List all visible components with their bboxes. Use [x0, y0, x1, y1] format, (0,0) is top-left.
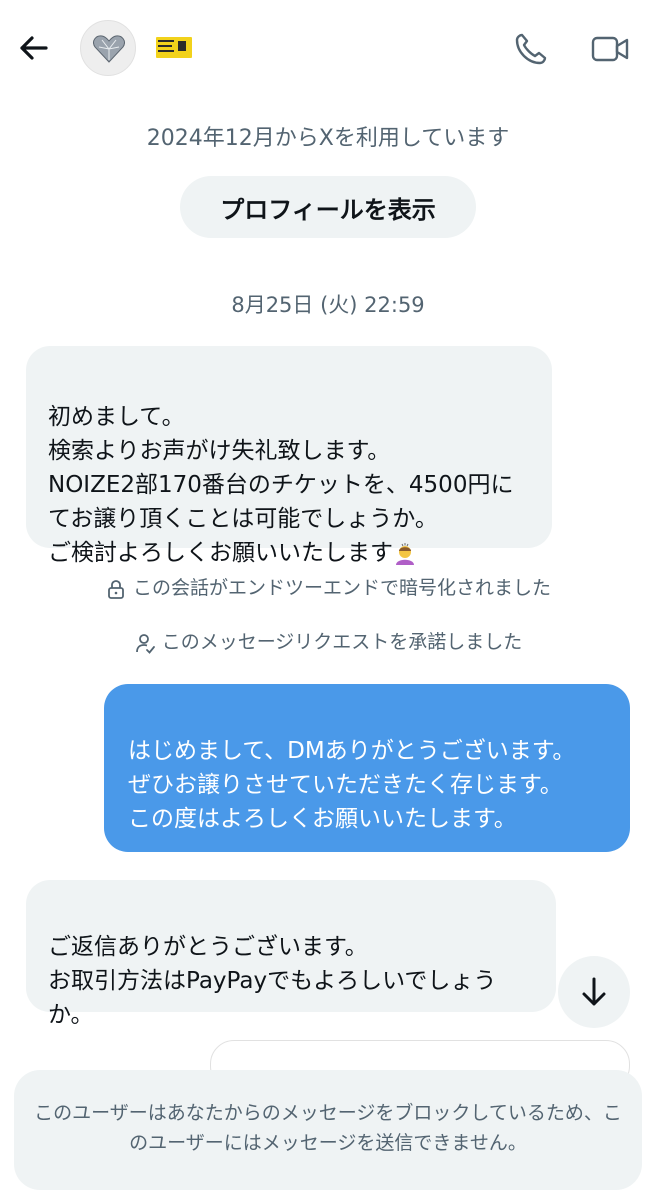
- request-accepted-notice: このメッセージリクエストを承諾しました: [0, 628, 656, 656]
- sent-message[interactable]: はじめまして、DMありがとうございます。 ぜひお譲りさせていただきたく存じます。…: [104, 684, 630, 852]
- video-camera-icon[interactable]: [590, 32, 630, 66]
- message-date: 8月25日 (火) 22:59: [231, 293, 425, 317]
- account-since-text: 2024年12月からXを利用しています: [146, 126, 510, 151]
- avatar[interactable]: [80, 20, 136, 76]
- message-text: 初めまして。 検索よりお声がけ失礼致します。 NOIZE2部170番台のチケット…: [48, 404, 514, 566]
- encryption-notice: この会話がエンドツーエンドで暗号化されました: [0, 574, 656, 602]
- lock-icon: [108, 579, 124, 599]
- message-text: はじめまして、DMありがとうございます。 ぜひお譲りさせていただきたく存じます。…: [128, 738, 576, 832]
- concert-ticket-icon: [156, 37, 192, 58]
- message-text: ご返信ありがとうございます。 お取引方法はPayPayでもよろしいでしょうか。: [48, 934, 497, 1028]
- heart-gem-icon: [93, 35, 125, 63]
- arrow-left-icon[interactable]: [16, 30, 52, 66]
- view-profile-button[interactable]: プロフィールを表示: [180, 176, 476, 238]
- conversation-header: [0, 0, 656, 100]
- person-bowing-emoji: [396, 542, 414, 565]
- person-check-icon: [135, 633, 155, 654]
- phone-icon[interactable]: [514, 32, 548, 66]
- received-message[interactable]: 初めまして。 検索よりお声がけ失礼致します。 NOIZE2部170番台のチケット…: [26, 346, 552, 566]
- request-accepted-text: このメッセージリクエストを承諾しました: [161, 631, 523, 653]
- received-message[interactable]: ご返信ありがとうございます。 お取引方法はPayPayでもよろしいでしょうか。: [26, 880, 556, 1028]
- arrow-down-icon: [582, 977, 606, 1006]
- scroll-to-bottom-button[interactable]: [558, 956, 630, 1028]
- encryption-notice-text: この会話がエンドツーエンドで暗号化されました: [132, 577, 551, 599]
- blocked-notice: このユーザーはあなたからのメッセージをブロックしているため、このユーザーにはメッ…: [14, 1070, 642, 1190]
